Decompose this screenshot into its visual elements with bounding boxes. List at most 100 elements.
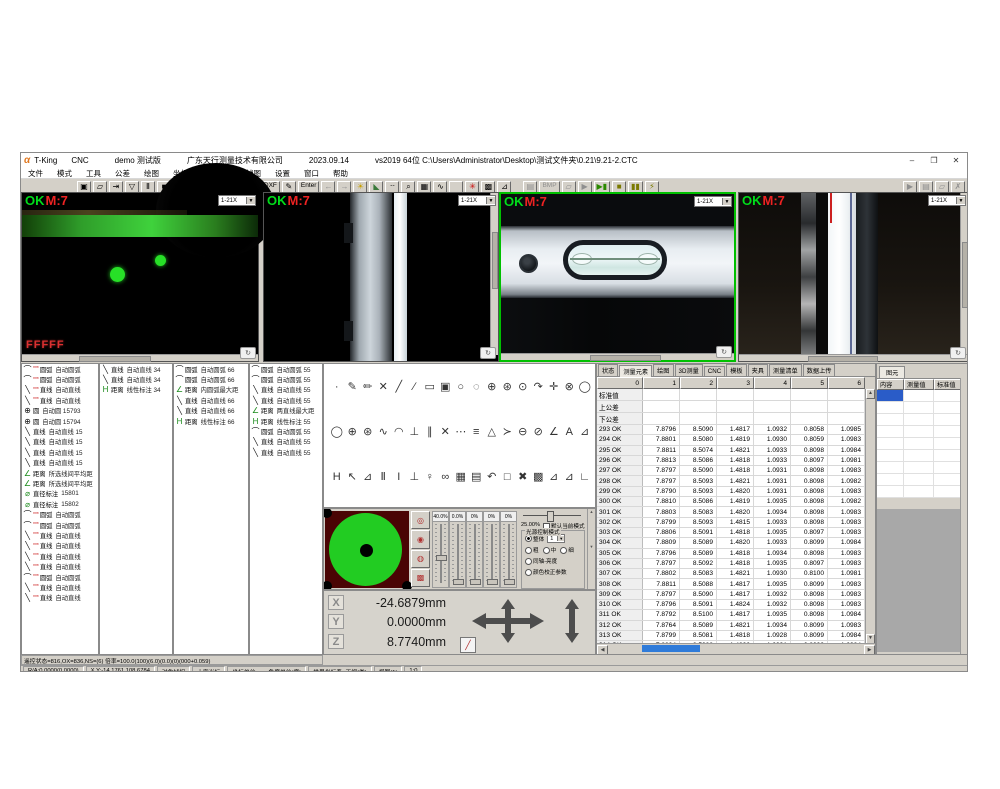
table-row[interactable]: 311 OK7.87928.51001.48171.09350.80981.09… bbox=[597, 610, 865, 620]
palette-tool-icon[interactable]: ∕ bbox=[407, 381, 423, 393]
table-horizontal-scrollbar[interactable]: ◀ ▶ bbox=[597, 643, 875, 654]
palette-tool-icon[interactable]: ≻ bbox=[500, 425, 516, 438]
feature-row[interactable]: ╲直线自动直线 15 bbox=[22, 426, 98, 436]
table-row[interactable]: 304 OK7.88098.50891.48201.09330.80991.09… bbox=[597, 538, 865, 548]
palette-tool-icon[interactable]: ▭ bbox=[422, 380, 438, 393]
palette-tool-icon[interactable]: ⊘ bbox=[531, 425, 547, 438]
feature-row[interactable]: ⌒圆弧自动圆弧 55 bbox=[250, 426, 322, 436]
palette-tool-icon[interactable]: ◌ bbox=[469, 381, 485, 393]
table-row[interactable]: 310 OK7.87968.50911.48241.09320.80981.09… bbox=[597, 600, 865, 610]
feature-row[interactable]: ⌒***圆弧自动圆弧 bbox=[22, 509, 98, 519]
element-row[interactable] bbox=[877, 486, 968, 498]
feature-row[interactable]: ⊕圆自动圆 15793 bbox=[22, 406, 98, 416]
palette-tool-icon[interactable]: ↷ bbox=[531, 380, 547, 393]
table-row[interactable]: 302 OK7.87998.50931.48151.09330.80981.09… bbox=[597, 518, 865, 528]
feature-row[interactable]: ⌒***圆弧自动圆弧 bbox=[22, 364, 98, 374]
tab-测量元素[interactable]: 测量元素 bbox=[619, 365, 652, 377]
light-slider-1[interactable]: 40.0% bbox=[432, 511, 449, 588]
feature-row[interactable]: ⌒圆弧自动圆弧 66 bbox=[174, 374, 248, 384]
palette-tool-icon[interactable]: ◯ bbox=[329, 425, 345, 438]
scrollbar-thumb[interactable] bbox=[642, 645, 700, 652]
ring-light-mode-4-button[interactable]: ▩ bbox=[411, 569, 430, 587]
feature-row[interactable]: ╲***直线自动直线 bbox=[22, 530, 98, 540]
ring-light-mode-2-button[interactable]: ◉ bbox=[411, 530, 430, 548]
camera-pane-4[interactable]: OKM:7 1-21X▼ ↻ bbox=[738, 192, 968, 362]
palette-tool-icon[interactable]: ↶ bbox=[484, 470, 500, 483]
palette-tool-icon[interactable]: ∠ bbox=[546, 425, 562, 438]
palette-tool-icon[interactable]: ✎ bbox=[345, 380, 361, 393]
feature-row[interactable]: ∠距离所选线间平均距 bbox=[22, 468, 98, 478]
feature-row[interactable]: Η距离线性标注 66 bbox=[174, 416, 248, 426]
feature-row[interactable]: ╲直线自动直线 66 bbox=[174, 406, 248, 416]
feature-row[interactable]: ╲***直线自动直线 bbox=[22, 395, 98, 405]
feature-row[interactable]: ⌒圆弧自动圆弧 55 bbox=[250, 374, 322, 384]
element-row[interactable] bbox=[877, 426, 968, 438]
feature-row[interactable]: ∠距离所选线间平均距 bbox=[22, 478, 98, 488]
feature-row[interactable]: ╲***直线自动直线 bbox=[22, 582, 98, 592]
table-row[interactable]: 306 OK7.87978.50921.48181.09350.80971.09… bbox=[597, 559, 865, 569]
feature-row[interactable]: ⌒***圆弧自动圆弧 bbox=[22, 374, 98, 384]
palette-tool-icon[interactable]: ⊥ bbox=[407, 470, 423, 483]
light-slider-2[interactable]: 0.0% bbox=[449, 511, 466, 588]
slider-thumb[interactable] bbox=[470, 579, 481, 585]
table-row[interactable]: 300 OK7.88108.50861.48191.09350.80981.09… bbox=[597, 497, 865, 507]
feature-row[interactable]: ╲***直线自动直线 bbox=[22, 561, 98, 571]
element-row[interactable] bbox=[877, 450, 968, 462]
table-row[interactable]: 299 OK7.87908.50931.48201.09310.80981.09… bbox=[597, 487, 865, 497]
feature-row[interactable]: ╲直线自动直线 34 bbox=[100, 364, 172, 374]
element-row[interactable] bbox=[877, 414, 968, 426]
table-row[interactable]: 294 OK7.88018.50801.48191.09300.80591.09… bbox=[597, 435, 865, 445]
camera-pane-2[interactable]: OKM:7 1-21X▼ ↻ bbox=[263, 192, 499, 362]
chevron-down-icon[interactable]: ▼ bbox=[486, 197, 495, 204]
palette-tool-icon[interactable]: ⊛ bbox=[500, 380, 516, 393]
toolbar-magnifier-button[interactable]: ⌕ bbox=[401, 181, 415, 193]
slider-thumb[interactable] bbox=[436, 555, 447, 561]
toolbar-move-stage-button[interactable]: ⇥ bbox=[109, 181, 123, 193]
light-panel-scrollbar[interactable]: ▲▼ bbox=[587, 509, 595, 589]
feature-row[interactable]: ╲直线自动直线 15 bbox=[22, 437, 98, 447]
toolbar-column-button[interactable]: Ⅱ bbox=[141, 181, 155, 193]
menu-item-帮助[interactable]: 帮助 bbox=[326, 168, 355, 179]
palette-tool-icon[interactable]: ∞ bbox=[438, 471, 454, 483]
feature-row[interactable]: ∠距离两直线最大距 bbox=[250, 406, 322, 416]
menu-item-设置[interactable]: 设置 bbox=[268, 168, 297, 179]
scroll-left-icon[interactable]: ◀ bbox=[597, 645, 608, 655]
palette-tool-icon[interactable]: ⊥ bbox=[407, 425, 423, 438]
palette-tool-icon[interactable]: ⊗ bbox=[562, 380, 578, 393]
ring-light-mode-3-button[interactable]: ◍ bbox=[411, 550, 430, 568]
minimize-button[interactable]: – bbox=[901, 155, 923, 167]
palette-tool-icon[interactable]: ⊕ bbox=[484, 380, 500, 393]
table-row[interactable]: 312 OK7.87648.50891.48211.09340.80991.09… bbox=[597, 621, 865, 631]
palette-tool-icon[interactable]: · bbox=[329, 381, 345, 393]
master-slider-thumb[interactable] bbox=[547, 511, 554, 522]
status-segment[interactable]: 1:0 bbox=[404, 666, 422, 672]
palette-tool-icon[interactable]: ▩ bbox=[531, 470, 547, 483]
light-slider-5[interactable]: 0% bbox=[500, 511, 517, 588]
tab-数据上传[interactable]: 数据上传 bbox=[803, 364, 836, 376]
feature-row[interactable]: ╲***直线自动直线 bbox=[22, 385, 98, 395]
toolbar-pause-button[interactable]: ▮▮ bbox=[628, 181, 643, 193]
status-segment[interactable]: 十字光标 bbox=[192, 666, 225, 672]
toolbar-blank-button[interactable] bbox=[449, 181, 463, 193]
cam3-zoom-select[interactable]: 1-21X▼ bbox=[694, 196, 732, 207]
scroll-up-icon[interactable]: ▲ bbox=[866, 389, 875, 399]
restore-button[interactable]: ❐ bbox=[923, 155, 945, 167]
element-row[interactable] bbox=[877, 438, 968, 450]
menu-item-公差[interactable]: 公差 bbox=[108, 168, 137, 179]
feature-row[interactable]: ╲直线自动直线 55 bbox=[250, 447, 322, 457]
tab-3D测量[interactable]: 3D测量 bbox=[675, 364, 703, 376]
status-segment[interactable]: X,Y:-14.1761,108.6784 bbox=[86, 666, 155, 672]
feature-row[interactable]: ╲直线自动直线 55 bbox=[250, 395, 322, 405]
palette-tool-icon[interactable]: □ bbox=[500, 471, 516, 483]
palette-tool-icon[interactable]: ⊕ bbox=[345, 425, 361, 438]
feature-row[interactable]: ╲***直线自动直线 bbox=[22, 551, 98, 561]
toolbar-chart-button[interactable]: ⊿ bbox=[497, 181, 511, 193]
tab-夹具[interactable]: 夹具 bbox=[748, 364, 768, 376]
toolbar-open-combo-button[interactable]: ▱ bbox=[93, 181, 107, 193]
feature-row[interactable]: ⊕圆自动圆 15794 bbox=[22, 416, 98, 426]
palette-tool-icon[interactable]: ≡ bbox=[469, 426, 485, 438]
cam3-rotate-icon[interactable]: ↻ bbox=[716, 346, 732, 358]
table-row[interactable]: 293 OK7.87968.50901.48171.09320.80581.09… bbox=[597, 425, 865, 435]
cam4-horizontal-scrollbar[interactable] bbox=[739, 354, 968, 361]
toolbar-qr-pattern-button[interactable]: ▩ bbox=[481, 181, 495, 193]
